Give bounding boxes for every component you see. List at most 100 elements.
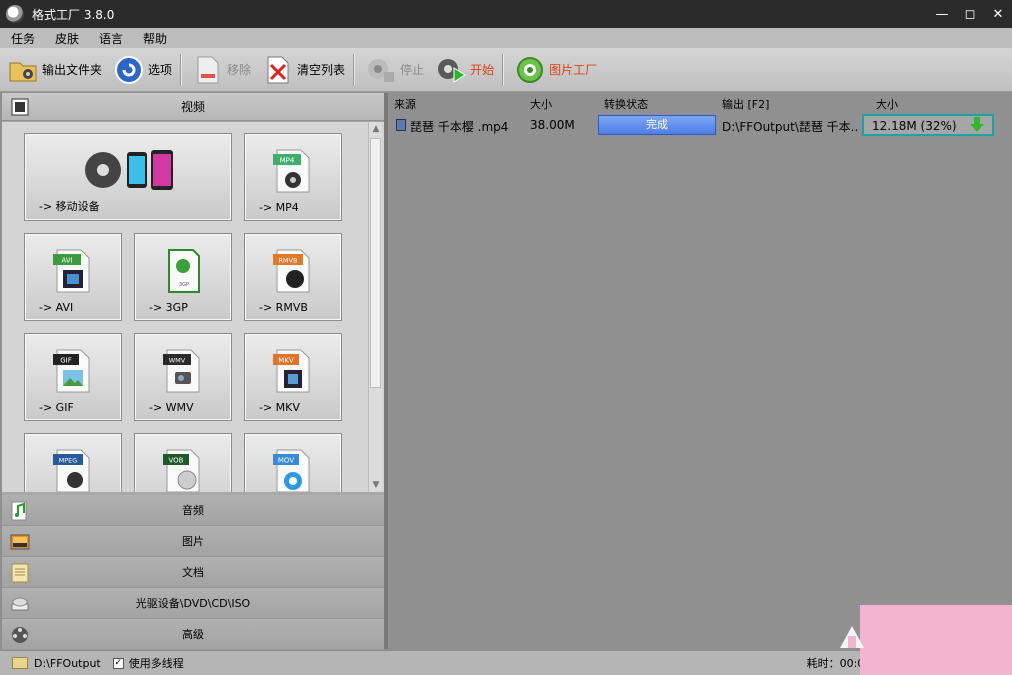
format-tile-mpeg[interactable]: MPEG [24, 433, 122, 492]
menu-skin[interactable]: 皮肤 [46, 30, 88, 47]
scrollbar-thumb[interactable] [370, 138, 381, 388]
mkv-file-icon: MKV [273, 349, 310, 393]
vob-file-icon: VOB [163, 449, 200, 492]
video-file-icon [396, 119, 406, 131]
format-tile-rmvb[interactable]: RMVB -> RMVB [244, 233, 342, 321]
video-category-header[interactable]: 视频 [2, 93, 384, 121]
mpeg-file-icon: MPEG [53, 449, 90, 492]
format-tile-3gp[interactable]: 3GP -> 3GP [134, 233, 232, 321]
format-tile-mkv[interactable]: MKV -> MKV [244, 333, 342, 421]
document-icon [10, 563, 30, 583]
picture-factory-button[interactable]: 图片工厂 [511, 52, 601, 88]
column-source[interactable]: 来源 [394, 96, 416, 112]
avi-file-icon: AVI [53, 249, 90, 293]
scroll-up-arrow-icon[interactable]: ▲ [369, 122, 383, 136]
task-source: 琵琶 千本樱 .mp4 [410, 120, 509, 134]
task-row[interactable]: 琵琶 千本樱 .mp4 38.00M 完成 D:\FFOutput\琵琶 千本.… [388, 114, 1010, 136]
optical-drive-icon [10, 594, 30, 614]
video-grid-scrollbar[interactable]: ▲ ▼ [368, 122, 382, 492]
toolbar-separator [502, 53, 504, 86]
category-optical-drive[interactable]: 光驱设备\DVD\CD\ISO [2, 588, 384, 619]
toolbar-separator [353, 53, 355, 86]
format-tile-wmv[interactable]: WMV -> WMV [134, 333, 232, 421]
output-folder-icon[interactable] [12, 657, 28, 669]
stop-icon [366, 55, 396, 85]
close-button[interactable]: ✕ [984, 0, 1012, 28]
window-controls: — ◻ ✕ [928, 0, 1012, 28]
toolbar-separator [180, 53, 182, 86]
picture-icon [10, 532, 30, 552]
svg-text:3GP: 3GP [179, 282, 189, 288]
status-badge: 完成 [598, 115, 716, 135]
clear-list-icon [263, 55, 293, 85]
stop-button[interactable]: 停止 [362, 52, 428, 88]
menu-task[interactable]: 任务 [2, 30, 44, 47]
task-output-path: D:\FFOutput\琵琶 千本... [722, 120, 858, 134]
task-list-header: 来源 大小 转换状态 输出 [F2] 大小 [388, 93, 1010, 113]
options-button[interactable]: 选项 [110, 52, 176, 88]
format-tile-avi[interactable]: AVI -> AVI [24, 233, 122, 321]
title-bar: 格式工厂 3.8.0 — ◻ ✕ [0, 0, 1012, 28]
window-title: 格式工厂 3.8.0 [32, 7, 115, 22]
mp4-file-icon: MP4 [273, 149, 310, 193]
svg-text:MOV: MOV [278, 457, 294, 465]
folder-icon [8, 55, 38, 85]
3gp-file-icon: 3GP [168, 249, 200, 293]
clear-list-button[interactable]: 清空列表 [259, 52, 349, 88]
task-size: 38.00M [530, 118, 575, 132]
watermark-overlay [860, 605, 1012, 675]
svg-text:RMVB: RMVB [278, 257, 297, 265]
start-button[interactable]: 开始 [432, 52, 498, 88]
mobile-devices-icon [85, 150, 173, 190]
format-tile-mobile[interactable]: -> 移动设备 [24, 133, 232, 221]
task-list: 来源 大小 转换状态 输出 [F2] 大小 琵琶 千本樱 .mp4 38.00M… [388, 93, 1010, 649]
maximize-button[interactable]: ◻ [956, 0, 984, 28]
remove-button[interactable]: 移除 [189, 52, 255, 88]
watermark-logo-icon [840, 626, 864, 648]
scroll-down-arrow-icon[interactable]: ▼ [369, 478, 383, 492]
svg-text:AVI: AVI [61, 257, 72, 265]
column-size[interactable]: 大小 [530, 96, 552, 112]
menu-bar: 任务 皮肤 语言 帮助 [0, 28, 1012, 48]
task-output-size: 12.18M (32%) [872, 119, 957, 133]
category-document[interactable]: 文档 [2, 557, 384, 588]
mov-file-icon: MOV [273, 449, 310, 492]
remove-document-icon [193, 55, 223, 85]
column-output[interactable]: 输出 [F2] [722, 96, 769, 112]
advanced-film-reel-icon [10, 625, 30, 645]
multithread-label[interactable]: 使用多线程 [129, 655, 184, 671]
start-play-icon [436, 55, 467, 85]
music-note-icon [10, 501, 30, 521]
gif-file-icon: GIF [53, 349, 90, 393]
format-tile-mov[interactable]: MOV [244, 433, 342, 492]
minimize-button[interactable]: — [928, 0, 956, 28]
video-format-grid: -> 移动设备 MP4 -> MP4 AVI -> AVI 3GP -> 3GP… [2, 122, 384, 492]
output-size-box: 12.18M (32%) [862, 114, 994, 136]
wmv-file-icon: WMV [163, 349, 200, 393]
down-arrow-icon [970, 117, 984, 132]
multithread-checkbox[interactable]: ✓ [112, 657, 124, 669]
column-status[interactable]: 转换状态 [604, 96, 648, 112]
format-tile-mp4[interactable]: MP4 -> MP4 [244, 133, 342, 221]
picture-factory-icon [515, 55, 545, 85]
options-gear-icon [114, 55, 144, 85]
column-output-size[interactable]: 大小 [876, 96, 898, 112]
menu-language[interactable]: 语言 [90, 30, 132, 47]
video-film-icon [10, 97, 30, 117]
svg-text:MPEG: MPEG [59, 457, 78, 465]
format-tile-gif[interactable]: GIF -> GIF [24, 333, 122, 421]
category-panel: 视频 -> 移动设备 MP4 -> MP4 AVI -> AVI 3GP -> … [2, 93, 384, 650]
app-logo-icon [6, 5, 24, 23]
format-tile-vob[interactable]: VOB [134, 433, 232, 492]
menu-help[interactable]: 帮助 [134, 30, 176, 47]
toolbar: 输出文件夹 选项 移除 清空列表 停止 开始 图片工厂 [0, 48, 1012, 92]
output-folder-button[interactable]: 输出文件夹 [4, 52, 106, 88]
category-picture[interactable]: 图片 [2, 526, 384, 557]
svg-text:GIF: GIF [60, 357, 72, 365]
category-list: 音频 图片 文档 光驱设备\DVD\CD\ISO 高级 [2, 495, 384, 650]
category-audio[interactable]: 音频 [2, 495, 384, 526]
output-path[interactable]: D:\FFOutput [34, 657, 101, 670]
svg-text:MKV: MKV [278, 357, 294, 365]
svg-text:VOB: VOB [169, 457, 184, 465]
category-advanced[interactable]: 高级 [2, 619, 384, 650]
